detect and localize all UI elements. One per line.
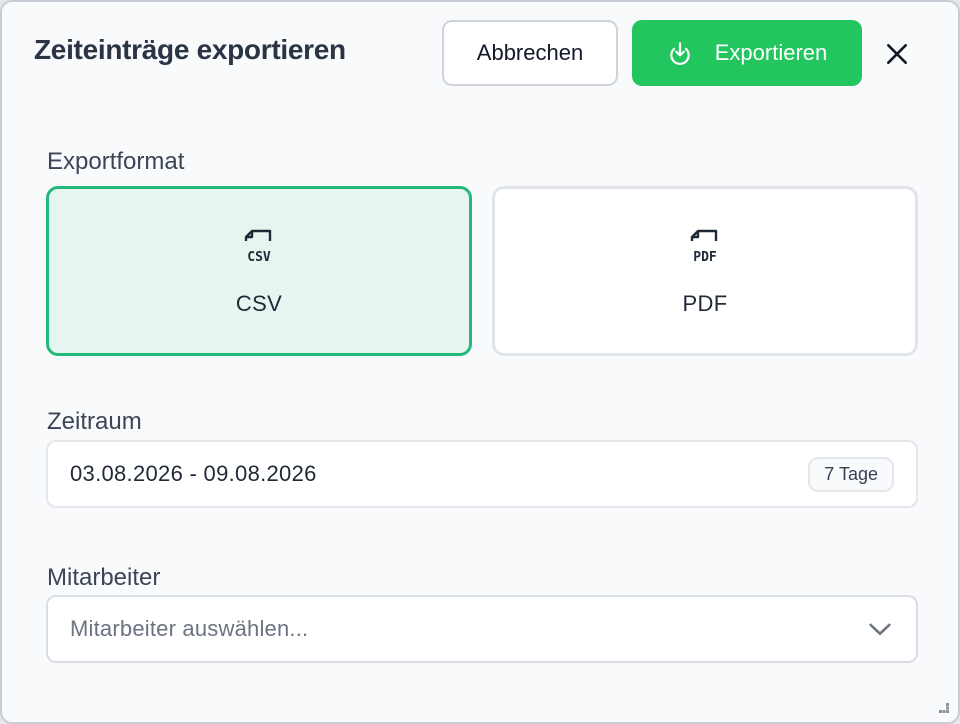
format-option-csv-label: CSV <box>235 291 283 316</box>
chevron-down-icon <box>869 623 891 635</box>
period-days-badge: 7 Tage <box>808 456 894 492</box>
export-format-label: Exportformat <box>47 148 185 175</box>
employees-label: Mitarbeiter <box>47 564 161 591</box>
export-button[interactable]: Exportieren <box>632 20 862 86</box>
export-button-label: Exportieren <box>714 40 828 65</box>
format-option-csv[interactable]: CSV CSV <box>46 186 472 356</box>
cancel-button[interactable]: Abbrechen <box>442 20 618 86</box>
pdf-file-icon: PDF <box>690 229 718 265</box>
period-label: Zeitraum <box>47 408 142 435</box>
export-dialog: Zeiteinträge exportieren Abbrechen Expor… <box>0 0 960 724</box>
close-button[interactable] <box>874 34 920 74</box>
format-option-pdf[interactable]: PDF PDF <box>492 186 918 356</box>
employees-select[interactable]: Mitarbeiter auswählen... <box>46 595 918 663</box>
download-icon <box>669 42 690 65</box>
svg-text:CSV: CSV <box>247 250 271 265</box>
period-value: 03.08.2026 - 09.08.2026 <box>70 461 317 486</box>
resize-handle-icon[interactable] <box>936 700 952 716</box>
dialog-title: Zeiteinträge exportieren <box>34 34 346 65</box>
csv-file-icon: CSV <box>244 229 272 265</box>
period-field[interactable]: 03.08.2026 - 09.08.2026 7 Tage <box>46 440 918 508</box>
close-icon <box>887 44 907 64</box>
svg-text:PDF: PDF <box>693 250 717 265</box>
employees-placeholder: Mitarbeiter auswählen... <box>70 616 309 641</box>
format-option-pdf-label: PDF <box>682 291 728 316</box>
